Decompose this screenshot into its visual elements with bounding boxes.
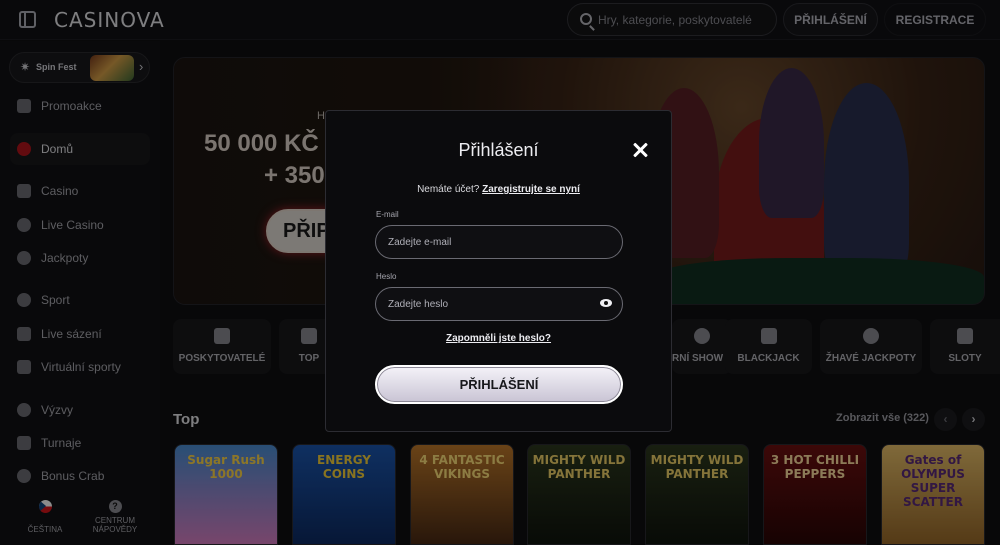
app-root: CASINOVA PŘIHLÁŠENÍ REGISTRACE ✷ Spin Fe… <box>0 0 1000 545</box>
close-icon[interactable] <box>631 141 651 161</box>
email-field[interactable] <box>375 225 623 259</box>
show-password-eye-icon[interactable] <box>600 299 612 307</box>
forgot-password-link[interactable]: Zapomněli jste heslo? <box>326 333 671 344</box>
login-modal: Přihlášení Nemáte účet? Zaregistrujte se… <box>325 110 672 432</box>
no-account-text: Nemáte účet? <box>417 184 480 195</box>
email-label: E-mail <box>376 210 399 219</box>
no-account-line: Nemáte účet? Zaregistrujte se nyní <box>326 184 671 195</box>
password-field[interactable] <box>375 287 623 321</box>
modal-title: Přihlášení <box>458 140 539 160</box>
password-label: Heslo <box>376 272 397 281</box>
register-link[interactable]: Zaregistrujte se nyní <box>482 184 580 195</box>
login-submit-button[interactable]: PŘIHLÁŠENÍ <box>375 365 623 404</box>
